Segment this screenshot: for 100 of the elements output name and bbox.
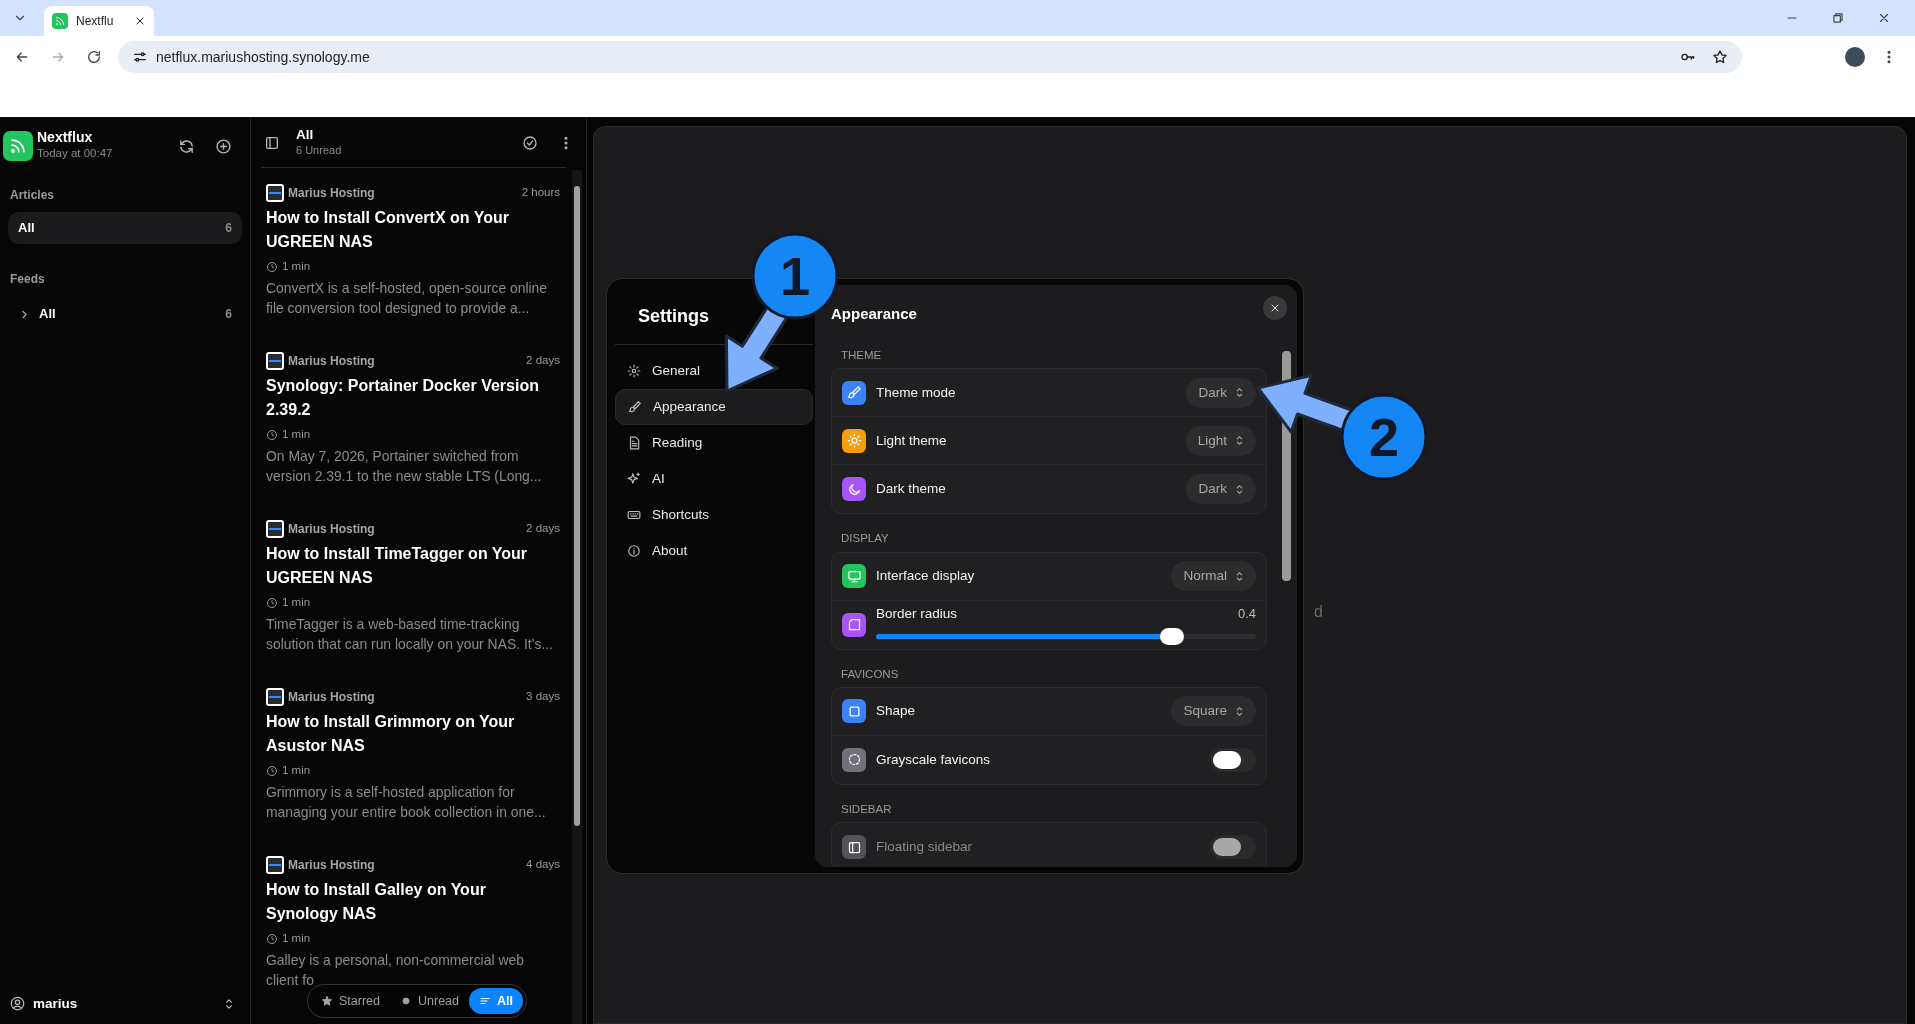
panel-icon [264,134,280,151]
favicon-icon [266,520,284,538]
section-heading: SIDEBAR [840,801,893,817]
reload-icon [86,49,102,65]
article-excerpt: Grimmory is a self-hosted application for managing your entire book collection in one... [266,783,547,823]
clock-icon [266,764,278,777]
list-icon [479,995,491,1007]
setting-label: Light theme [876,431,947,450]
empty-state-text: d [1314,602,1323,622]
settings-nav-item[interactable]: About [615,533,813,569]
user-circle-icon [10,996,25,1012]
settings-nav-item[interactable]: Appearance [615,389,813,425]
article-title[interactable]: How to Install Grimmory on Your Asustor NAS [266,710,560,758]
nav-item[interactable]: All 6 [8,212,242,244]
settings-nav-item[interactable]: General [615,353,813,389]
filter-tab[interactable]: Unread [390,988,469,1014]
favicon-icon [266,184,284,202]
back-arrow-icon [14,49,30,65]
dot-icon [400,995,412,1007]
site-settings-icon [132,49,148,65]
star-icon [321,995,333,1007]
user-name[interactable]: marius [33,993,78,1014]
clock-icon [266,428,278,441]
article-age: 2 days [526,353,560,369]
toggle-switch[interactable] [1210,747,1256,772]
article-excerpt: TimeTagger is a web-based time-tracking solution that can run locally on your NAS. It’s... [266,615,554,655]
article-title[interactable]: Synology: Portainer Docker Version 2.39.2 [266,374,560,422]
url-text: netflux.mariushosting.synology.me [156,47,370,67]
feed-name: Marius Hosting [288,353,375,370]
slider-thumb[interactable] [1160,627,1185,645]
select-control[interactable]: Normal [1171,561,1256,591]
select-control[interactable]: Dark [1186,377,1256,408]
clock-icon [266,596,278,609]
keyboard-icon [627,508,641,522]
check-circle-icon [522,134,538,151]
read-time: 1 min [282,259,311,274]
browser-tab[interactable]: Nextflu [44,6,154,36]
select-control[interactable]: Light [1185,425,1256,456]
clock-icon [266,932,278,945]
sparkle-icon [627,472,641,486]
favicon-icon [266,688,284,706]
clock-icon [266,260,278,273]
app-name: Nextflux [37,129,94,146]
read-time: 1 min [282,427,311,442]
read-time: 1 min [282,763,311,778]
step-badge: 2 [1340,393,1428,481]
profile-avatar[interactable] [1845,47,1865,67]
section-heading: DISPLAY [840,531,890,547]
add-feed-button[interactable] [215,137,232,155]
article-age: 4 days [526,857,560,873]
article-excerpt: Galley is a personal, non-commercial web client fo [266,951,525,991]
scrollbar[interactable] [572,170,582,1024]
section-heading: Feeds [9,271,46,288]
filter-tab[interactable]: Starred [311,988,390,1014]
mark-all-read-button[interactable] [522,134,538,151]
section-heading: THEME [840,348,883,363]
close-icon[interactable] [134,15,146,27]
feed-name: Marius Hosting [288,857,375,874]
feed-name: Marius Hosting [288,689,375,706]
feed-name: Marius Hosting [288,185,375,202]
address-bar[interactable]: netflux.mariushosting.synology.me [118,41,1742,73]
settings-nav-item[interactable]: Reading [615,425,813,461]
brush-icon [628,400,642,414]
setting-label: Grayscale favicons [876,750,991,769]
feed-label: All [39,305,56,324]
panel-title: Appearance [831,304,917,324]
feed-item[interactable]: All 6 [8,298,242,330]
nav-label: All [18,219,35,238]
plus-circle-icon [215,137,232,155]
settings-nav-item[interactable]: Shortcuts [615,497,813,533]
select-control[interactable]: Dark [1186,474,1256,505]
document-icon [627,436,641,450]
unread-count: 6 [225,306,232,323]
article-title[interactable]: How to Install ConvertX on Your UGREEN NAS [266,206,560,254]
close-glyph-icon [134,15,146,27]
sidebar-toggle-button[interactable] [264,134,280,151]
filter-tab[interactable]: All [469,988,523,1014]
tab-title: Nextflu [76,13,114,30]
article-age: 3 days [526,689,560,705]
feed-name: Marius Hosting [288,521,375,538]
favicon-icon [266,352,284,370]
settings-nav-item[interactable]: AI [615,461,813,497]
close-button[interactable] [1263,296,1287,320]
select-control[interactable]: Square [1171,696,1256,727]
section-heading: Articles [9,187,56,204]
forward-arrow-icon [50,49,66,65]
article-age: 2 days [526,521,560,537]
slider-value: 0.4 [1237,605,1256,624]
setting-label: Theme mode [876,383,956,402]
close-icon [1877,11,1891,25]
article-title[interactable]: How to Install Galley on Your Synology NAS [266,878,560,926]
favicon-icon [266,856,284,874]
close-icon [1269,302,1281,314]
refresh-icon [178,137,195,155]
refresh-button[interactable] [178,137,195,155]
last-updated: Today at 00:47 [37,146,113,162]
star-outline-icon [1712,49,1728,65]
section-heading: FAVICONS [840,666,900,682]
slider-track[interactable] [876,626,1256,645]
article-title[interactable]: How to Install TimeTagger on Your UGREEN NAS [266,542,560,590]
